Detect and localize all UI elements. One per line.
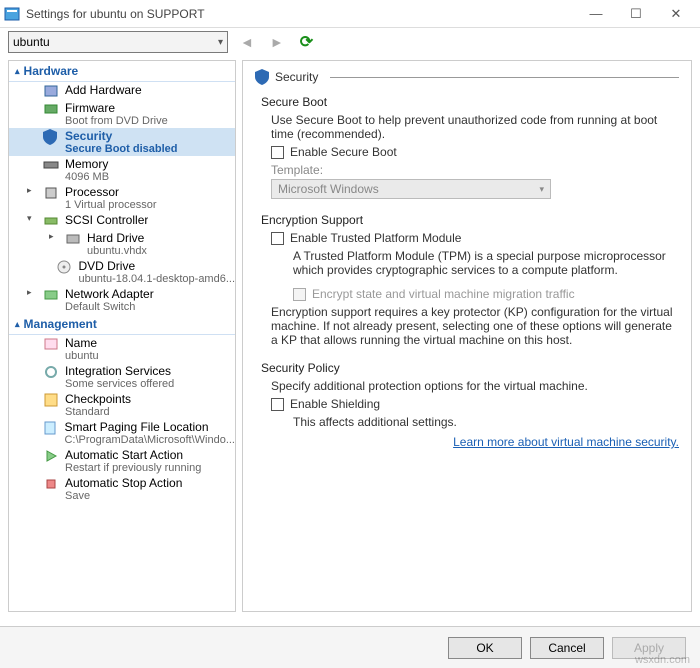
paging-icon [42,420,58,436]
nav-prev-button[interactable]: ◄ [236,34,258,50]
tpm-description: A Trusted Platform Module (TPM) is a spe… [293,249,679,277]
detail-pane: Security Secure Boot Use Secure Boot to … [242,60,692,612]
template-select: Microsoft Windows ▾ [271,179,551,199]
tree-item-firmware[interactable]: Firmware Boot from DVD Drive [9,100,235,128]
stop-action-icon [43,476,59,492]
shield-icon [255,69,269,85]
tree-item-checkpoints[interactable]: Checkpoints Standard [9,391,235,419]
encrypt-state-checkbox: Encrypt state and virtual machine migrat… [293,287,679,301]
checkbox-box [271,146,284,159]
minimize-button[interactable]: — [576,2,616,26]
app-icon [4,6,20,22]
maximize-button[interactable]: ☐ [616,2,656,26]
checkpoints-icon [43,392,59,408]
enable-shielding-checkbox[interactable]: Enable Shielding [271,397,679,411]
pane-title: Security [275,70,318,84]
memory-icon [43,157,59,173]
cancel-button[interactable]: Cancel [530,637,604,659]
tree-item-auto-stop[interactable]: Automatic Stop Action Save [9,475,235,503]
tree-item-add-hardware[interactable]: Add Hardware [9,82,235,100]
collapse-icon: ▴ [15,66,20,77]
section-secure-boot: Secure Boot Use Secure Boot to help prev… [261,95,679,199]
checkbox-box [271,232,284,245]
chevron-down-icon: ▾ [218,37,223,48]
close-button[interactable]: ✕ [656,2,696,26]
checkbox-box [271,398,284,411]
tree-item-security[interactable]: Security Secure Boot disabled [9,128,235,156]
tree-item-memory[interactable]: Memory 4096 MB [9,156,235,184]
tree-item-auto-start[interactable]: Automatic Start Action Restart if previo… [9,447,235,475]
apply-button[interactable]: Apply [612,637,686,659]
policy-description: Specify additional protection options fo… [271,379,679,393]
add-hardware-icon [43,83,59,99]
secure-boot-description: Use Secure Boot to help prevent unauthor… [271,113,679,141]
processor-icon [43,185,59,201]
expand-icon[interactable]: ▸ [27,185,37,196]
firmware-icon [43,101,59,117]
network-icon [43,287,59,303]
collapse-icon: ▴ [15,319,20,330]
hard-drive-icon [65,231,81,247]
title-bar: Settings for ubuntu on SUPPORT — ☐ ✕ [0,0,700,28]
collapse-icon[interactable]: ▾ [27,213,37,224]
learn-more-link[interactable]: Learn more about virtual machine securit… [271,435,679,449]
tree-item-integration[interactable]: Integration Services Some services offer… [9,363,235,391]
section-title: Security Policy [261,361,679,375]
tree-item-dvd-drive[interactable]: DVD Drive ubuntu-18.04.1-desktop-amd6... [9,258,235,286]
window-title: Settings for ubuntu on SUPPORT [26,7,576,21]
toolbar: ubuntu ▾ ◄ ► ⟳ [0,28,700,56]
refresh-button[interactable]: ⟳ [296,32,317,52]
vm-selector-value: ubuntu [13,35,50,49]
tree-item-smart-paging[interactable]: Smart Paging File Location C:\ProgramDat… [9,419,235,447]
checkbox-box [293,288,306,301]
integration-icon [43,364,59,380]
shield-icon [43,129,59,145]
enable-secure-boot-checkbox[interactable]: Enable Secure Boot [271,145,679,159]
section-title: Encryption Support [261,213,679,227]
section-encryption: Encryption Support Enable Trusted Platfo… [261,213,679,347]
expand-icon[interactable]: ▸ [27,287,37,298]
template-label: Template: [271,163,679,177]
pane-header: Security [255,69,679,85]
tree-item-scsi[interactable]: ▾ SCSI Controller [9,212,235,230]
group-hardware[interactable]: ▴ Hardware [9,61,235,82]
scsi-icon [43,213,59,229]
group-management[interactable]: ▴ Management [9,314,235,335]
expand-icon[interactable]: ▸ [49,231,59,242]
header-rule [330,77,679,78]
enable-tpm-checkbox[interactable]: Enable Trusted Platform Module [271,231,679,245]
section-security-policy: Security Policy Specify additional prote… [261,361,679,449]
vm-selector[interactable]: ubuntu ▾ [8,31,228,53]
ok-button[interactable]: OK [448,637,522,659]
settings-tree: ▴ Hardware Add Hardware Firmware Boot fr… [8,60,236,612]
start-action-icon [43,448,59,464]
chevron-down-icon: ▾ [539,184,544,195]
tree-item-name[interactable]: Name ubuntu [9,335,235,363]
tree-item-hard-drive[interactable]: ▸ Hard Drive ubuntu.vhdx [9,230,235,258]
name-icon [43,336,59,352]
section-title: Secure Boot [261,95,679,109]
dialog-footer: OK Cancel Apply [0,626,700,668]
shielding-affects: This affects additional settings. [293,415,679,429]
tree-item-processor[interactable]: ▸ Processor 1 Virtual processor [9,184,235,212]
nav-next-button[interactable]: ► [266,34,288,50]
dvd-icon [56,259,72,275]
tree-item-network[interactable]: ▸ Network Adapter Default Switch [9,286,235,314]
encryption-note: Encryption support requires a key protec… [271,305,679,347]
